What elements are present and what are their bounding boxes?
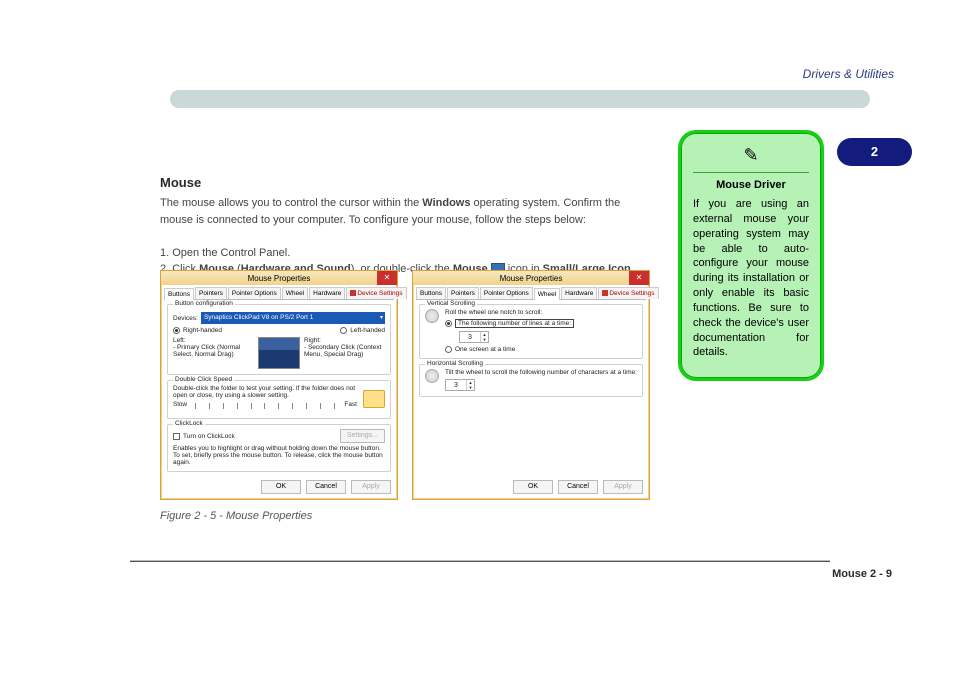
label-clicklock: Turn on ClickLock bbox=[183, 433, 235, 440]
clicklock-settings-button[interactable]: Settings... bbox=[340, 429, 385, 443]
synaptics-icon bbox=[350, 290, 356, 296]
mouse-properties-dialog-wheel: Mouse Properties ✕ Buttons Pointers Poin… bbox=[412, 270, 650, 500]
spinner-lines[interactable]: 3 ▲▼ bbox=[459, 331, 489, 343]
group-horizontal-scrolling: Horizontal Scrolling Tilt the wheel to s… bbox=[419, 364, 643, 397]
wheel-icon bbox=[425, 309, 439, 323]
group-button-config: Button configuration Devices: Synaptics … bbox=[167, 304, 391, 375]
slider-fast: Fast bbox=[344, 401, 357, 408]
label-left-handed: Left-handed bbox=[350, 327, 385, 334]
note-body: If you are using an external mouse your … bbox=[693, 197, 809, 360]
label-lines: The following number of lines at a time: bbox=[455, 319, 574, 328]
label-screen: One screen at a time bbox=[455, 346, 515, 353]
tab-device-settings[interactable]: Device Settings bbox=[346, 287, 406, 299]
titlebar: Mouse Properties ✕ bbox=[161, 271, 397, 285]
group-clicklock: ClickLock Turn on ClickLock Settings... … bbox=[167, 424, 391, 472]
slider-slow: Slow bbox=[173, 401, 187, 408]
right-col-body: - Secondary Click (Context Menu, Special… bbox=[304, 344, 385, 358]
tab-wheel[interactable]: Wheel bbox=[534, 288, 560, 300]
ok-button[interactable]: OK bbox=[513, 480, 553, 494]
devices-dropdown[interactable]: Synaptics ClickPad V8 on PS/2 Port 1 bbox=[201, 312, 385, 324]
vscroll-line: Roll the wheel one notch to scroll: bbox=[445, 309, 637, 316]
close-icon[interactable]: ✕ bbox=[629, 271, 649, 285]
spinner-chars[interactable]: 3 ▲▼ bbox=[445, 379, 475, 391]
radio-right-handed[interactable] bbox=[173, 327, 180, 334]
header-divider bbox=[170, 90, 870, 108]
synaptics-icon bbox=[602, 290, 608, 296]
footer-page: Mouse 2 - 9 bbox=[832, 568, 892, 580]
page-badge: 2 bbox=[837, 138, 912, 166]
pencil-icon: ✎ bbox=[693, 145, 809, 173]
left-col-title: Left: bbox=[173, 337, 254, 344]
double-click-slider[interactable]: Slow Fast bbox=[173, 401, 357, 411]
folder-test-icon[interactable] bbox=[363, 390, 385, 408]
cancel-button[interactable]: Cancel bbox=[558, 480, 598, 494]
checkbox-clicklock[interactable] bbox=[173, 433, 180, 440]
section-title: Mouse bbox=[160, 175, 201, 190]
tab-buttons[interactable]: Buttons bbox=[416, 287, 446, 299]
label-right-handed: Right-handed bbox=[183, 327, 222, 334]
group-title: Double Click Speed bbox=[173, 376, 234, 383]
group-title: Button configuration bbox=[173, 300, 235, 307]
apply-button[interactable]: Apply bbox=[603, 480, 643, 494]
devices-label: Devices: bbox=[173, 315, 198, 322]
group-title: Vertical Scrolling bbox=[425, 300, 477, 307]
ok-button[interactable]: OK bbox=[261, 480, 301, 494]
radio-left-handed[interactable] bbox=[340, 327, 347, 334]
tab-pointers[interactable]: Pointers bbox=[195, 287, 227, 299]
header-chapter: Drivers & Utilities bbox=[803, 67, 894, 81]
close-icon[interactable]: ✕ bbox=[377, 271, 397, 285]
group-title: Horizontal Scrolling bbox=[425, 360, 485, 367]
tab-wheel[interactable]: Wheel bbox=[282, 287, 308, 299]
sidebar-note: ✎ Mouse Driver If you are using an exter… bbox=[678, 130, 824, 381]
tabstrip: Buttons Pointers Pointer Options Wheel H… bbox=[416, 285, 646, 300]
touchpad-thumbnail bbox=[258, 337, 300, 369]
clicklock-body: Enables you to highlight or drag without… bbox=[173, 445, 385, 466]
left-col-body: - Primary Click (Normal Select, Normal D… bbox=[173, 344, 254, 358]
group-title: ClickLock bbox=[173, 420, 205, 427]
figure-caption: Figure 2 - 5 - Mouse Properties bbox=[160, 510, 312, 522]
footer-divider bbox=[130, 560, 830, 562]
tab-device-settings[interactable]: Device Settings bbox=[598, 287, 658, 299]
double-click-body: Double-click the folder to test your set… bbox=[173, 385, 357, 399]
group-vertical-scrolling: Vertical Scrolling Roll the wheel one no… bbox=[419, 304, 643, 359]
hscroll-line: Tilt the wheel to scroll the following n… bbox=[445, 369, 637, 376]
mouse-properties-dialog-buttons: Mouse Properties ✕ Buttons Pointers Poin… bbox=[160, 270, 398, 500]
tab-buttons[interactable]: Buttons bbox=[164, 288, 194, 300]
group-double-click: Double Click Speed Double-click the fold… bbox=[167, 380, 391, 419]
right-col-title: Right: bbox=[304, 337, 385, 344]
tab-pointer-options[interactable]: Pointer Options bbox=[228, 287, 281, 299]
wheel-icon bbox=[425, 369, 439, 383]
titlebar: Mouse Properties ✕ bbox=[413, 271, 649, 285]
tab-pointers[interactable]: Pointers bbox=[447, 287, 479, 299]
tab-hardware[interactable]: Hardware bbox=[309, 287, 345, 299]
note-title: Mouse Driver bbox=[693, 179, 809, 191]
cancel-button[interactable]: Cancel bbox=[306, 480, 346, 494]
apply-button[interactable]: Apply bbox=[351, 480, 391, 494]
tab-hardware[interactable]: Hardware bbox=[561, 287, 597, 299]
tabstrip: Buttons Pointers Pointer Options Wheel H… bbox=[164, 285, 394, 300]
tab-pointer-options[interactable]: Pointer Options bbox=[480, 287, 533, 299]
radio-lines[interactable] bbox=[445, 320, 452, 327]
radio-screen[interactable] bbox=[445, 346, 452, 353]
